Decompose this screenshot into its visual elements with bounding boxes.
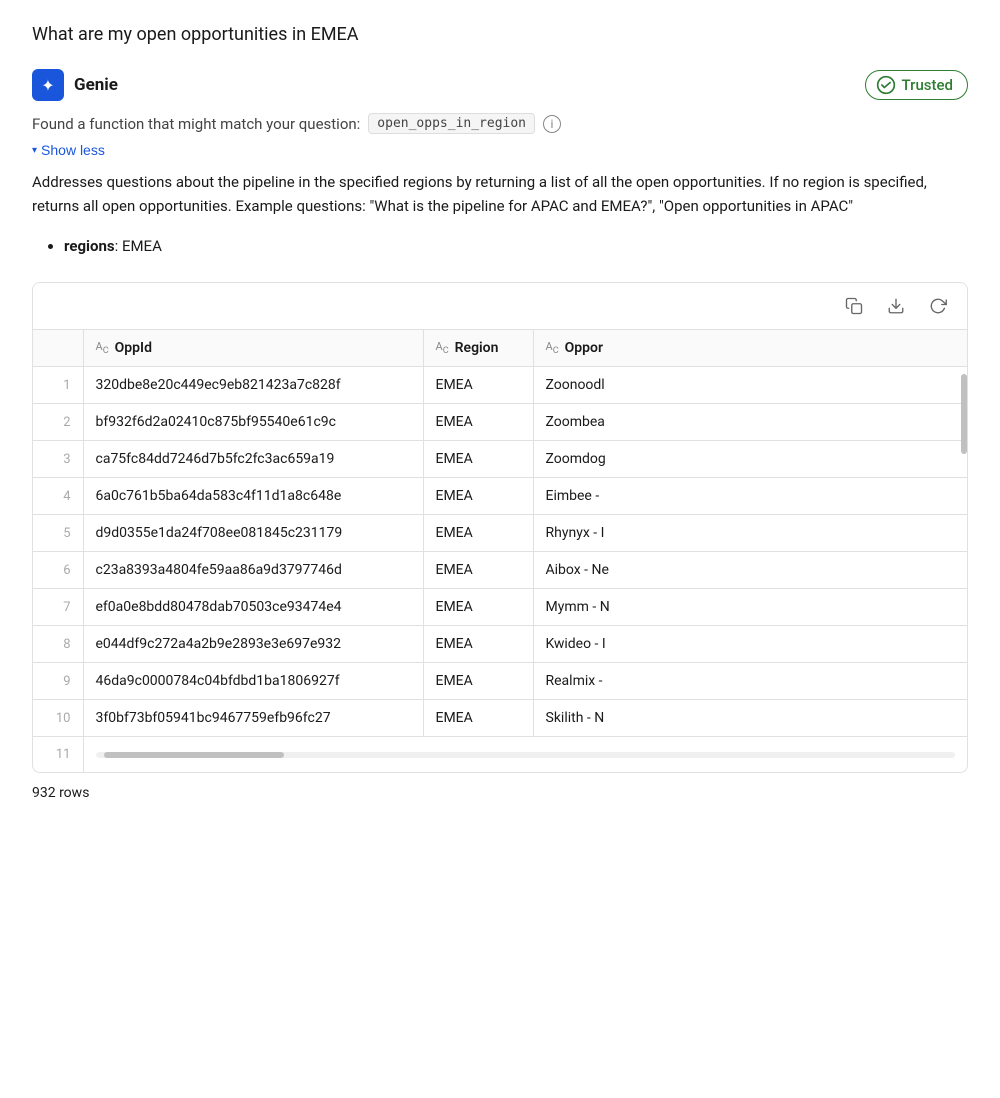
cell-opporname: Aibox - Ne	[533, 552, 967, 589]
cell-opporname: Realmix -	[533, 663, 967, 700]
checkmark-circle-icon	[876, 75, 896, 95]
param-name: regions	[64, 237, 115, 255]
cell-rownum: 3	[33, 441, 83, 478]
show-less-label: Show less	[41, 142, 105, 158]
cell-opporname: Kwideo - I	[533, 626, 967, 663]
col-header-region[interactable]: AC Region	[423, 330, 533, 367]
table-row: 9 46da9c0000784c04bfdbd1ba1806927f EMEA …	[33, 663, 967, 700]
table-row: 10 3f0bf73bf05941bc9467759efb96fc27 EMEA…	[33, 700, 967, 737]
page-question: What are my open opportunities in EMEA	[32, 24, 968, 45]
genie-left: ✦ Genie	[32, 69, 118, 101]
refresh-icon	[929, 297, 947, 315]
download-button[interactable]	[883, 293, 909, 319]
col-label-opporname: Oppor	[565, 340, 603, 356]
genie-icon: ✦	[32, 69, 64, 101]
cell-region: EMEA	[423, 404, 533, 441]
cell-opporname: Zoombea	[533, 404, 967, 441]
cell-region: EMEA	[423, 515, 533, 552]
cell-region: EMEA	[423, 626, 533, 663]
table-row: 7 ef0a0e8bdd80478dab70503ce93474e4 EMEA …	[33, 589, 967, 626]
col-header-rownum	[33, 330, 83, 367]
scrollbar-cell	[83, 737, 967, 773]
cell-opporname: Skilith - N	[533, 700, 967, 737]
cell-opporname: Rhynyx - I	[533, 515, 967, 552]
show-less-button[interactable]: ▾ Show less	[32, 142, 105, 158]
cell-oppid: ef0a0e8bdd80478dab70503ce93474e4	[83, 589, 423, 626]
table-row: 4 6a0c761b5ba64da583c4f11d1a8c648e EMEA …	[33, 478, 967, 515]
copy-icon	[845, 297, 863, 315]
table-row: 11	[33, 737, 967, 773]
table-toolbar	[33, 283, 967, 330]
refresh-button[interactable]	[925, 293, 951, 319]
cell-oppid: 6a0c761b5ba64da583c4f11d1a8c648e	[83, 478, 423, 515]
download-icon	[887, 297, 905, 315]
cell-rownum: 6	[33, 552, 83, 589]
cell-oppid: 320dbe8e20c449ec9eb821423a7c828f	[83, 367, 423, 404]
cell-rownum: 10	[33, 700, 83, 737]
col-label-oppid: OppId	[115, 340, 152, 356]
cell-opporname: Mymm - N	[533, 589, 967, 626]
cell-opporname: Zoonoodl	[533, 367, 967, 404]
cell-oppid: c23a8393a4804fe59aa86a9d3797746d	[83, 552, 423, 589]
col-type-icon-opporname: AC	[546, 340, 559, 356]
genie-name: Genie	[74, 75, 118, 95]
cell-region: EMEA	[423, 663, 533, 700]
cell-rownum: 8	[33, 626, 83, 663]
table-row: 5 d9d0355e1da24f708ee081845c231179 EMEA …	[33, 515, 967, 552]
cell-rownum: 1	[33, 367, 83, 404]
col-header-opporname[interactable]: AC Oppor	[533, 330, 967, 367]
table-container: AC OppId AC Region AC	[32, 282, 968, 773]
cell-opporname: Zoomdog	[533, 441, 967, 478]
cell-oppid: e044df9c272a4a2b9e2893e3e697e932	[83, 626, 423, 663]
scrollbar-rownum: 11	[33, 737, 83, 773]
genie-container: ✦ Genie Trusted Found a function that mi…	[32, 69, 968, 801]
data-table: AC OppId AC Region AC	[33, 330, 967, 772]
function-tag: open_opps_in_region	[368, 113, 535, 134]
table-row: 2 bf932f6d2a02410c875bf95540e61c9c EMEA …	[33, 404, 967, 441]
cell-region: EMEA	[423, 552, 533, 589]
cell-region: EMEA	[423, 367, 533, 404]
table-body: 1 320dbe8e20c449ec9eb821423a7c828f EMEA …	[33, 367, 967, 773]
cell-region: EMEA	[423, 700, 533, 737]
chevron-down-icon: ▾	[32, 145, 37, 156]
cell-rownum: 4	[33, 478, 83, 515]
genie-header: ✦ Genie Trusted	[32, 69, 968, 101]
cell-region: EMEA	[423, 589, 533, 626]
cell-rownum: 7	[33, 589, 83, 626]
table-header-row: AC OppId AC Region AC	[33, 330, 967, 367]
col-type-icon-region: AC	[436, 340, 449, 356]
table-row: 1 320dbe8e20c449ec9eb821423a7c828f EMEA …	[33, 367, 967, 404]
description-text: Addresses questions about the pipeline i…	[32, 170, 968, 218]
trusted-badge: Trusted	[865, 70, 968, 100]
cell-opporname: Eimbee -	[533, 478, 967, 515]
cell-rownum: 5	[33, 515, 83, 552]
params-list: regions: EMEA	[64, 234, 968, 258]
cell-rownum: 9	[33, 663, 83, 700]
info-icon[interactable]: i	[543, 115, 561, 133]
table-row: 3 ca75fc84dd7246d7b5fc2fc3ac659a19 EMEA …	[33, 441, 967, 478]
cell-oppid: d9d0355e1da24f708ee081845c231179	[83, 515, 423, 552]
cell-oppid: ca75fc84dd7246d7b5fc2fc3ac659a19	[83, 441, 423, 478]
cell-region: EMEA	[423, 478, 533, 515]
table-row: 6 c23a8393a4804fe59aa86a9d3797746d EMEA …	[33, 552, 967, 589]
col-type-icon-oppid: AC	[96, 340, 109, 356]
col-header-oppid[interactable]: AC OppId	[83, 330, 423, 367]
param-value: EMEA	[122, 237, 162, 255]
param-item: regions: EMEA	[64, 234, 968, 258]
table-row: 8 e044df9c272a4a2b9e2893e3e697e932 EMEA …	[33, 626, 967, 663]
table-wrapper: AC OppId AC Region AC	[33, 330, 967, 772]
col-label-region: Region	[455, 340, 499, 356]
cell-oppid: 46da9c0000784c04bfdbd1ba1806927f	[83, 663, 423, 700]
function-line: Found a function that might match your q…	[32, 113, 968, 134]
cell-oppid: 3f0bf73bf05941bc9467759efb96fc27	[83, 700, 423, 737]
rows-count: 932 rows	[32, 785, 968, 801]
copy-button[interactable]	[841, 293, 867, 319]
function-found-text: Found a function that might match your q…	[32, 115, 360, 133]
scroll-indicator	[961, 374, 967, 454]
cell-rownum: 2	[33, 404, 83, 441]
cell-region: EMEA	[423, 441, 533, 478]
trusted-label: Trusted	[902, 76, 953, 94]
cell-oppid: bf932f6d2a02410c875bf95540e61c9c	[83, 404, 423, 441]
